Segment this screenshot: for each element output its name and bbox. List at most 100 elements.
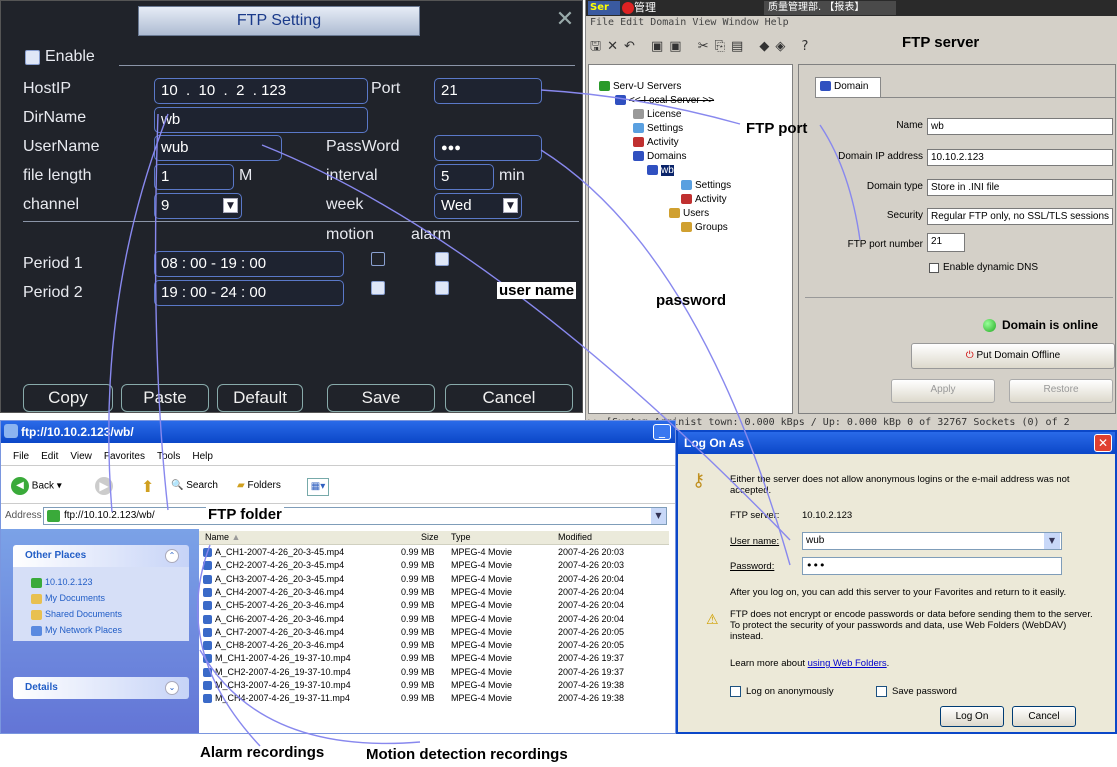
file-row[interactable]: A_CH6-2007-4-26_20-3-46.mp4 0.99 MB MPEG-4… xyxy=(199,613,669,626)
collapse-icon[interactable]: ⌃ xyxy=(165,549,179,563)
tree-item-domain-activity[interactable]: Activity xyxy=(681,194,727,205)
up-folder-icon[interactable]: ⬆ xyxy=(141,477,159,496)
file-row[interactable]: M_CH1-2007-4-26_19-37-10.mp4 0.99 MB MPEG-… xyxy=(199,652,669,665)
period2-alarm-checkbox[interactable] xyxy=(435,281,449,295)
domain-type-select[interactable]: Store in .INI file xyxy=(927,179,1113,196)
tree-item-domain-wb[interactable]: wb xyxy=(647,165,674,176)
menu-item[interactable]: Help xyxy=(192,451,213,462)
views-icon[interactable]: ▦▾ xyxy=(307,478,329,496)
ftp-port-field[interactable]: 21 xyxy=(927,233,965,252)
place-my-documents[interactable]: My Documents xyxy=(31,593,105,604)
period1-motion-checkbox[interactable] xyxy=(371,252,385,266)
tree-item-domains[interactable]: Domains xyxy=(633,151,686,162)
default-button[interactable]: Default xyxy=(217,384,303,412)
cancel-button[interactable]: Cancel xyxy=(1012,706,1076,727)
password-field[interactable]: ••• xyxy=(802,557,1062,575)
folders-button[interactable]: ▰ Folders xyxy=(237,480,281,491)
search-button[interactable]: 🔍 Search xyxy=(171,480,218,491)
interval-field[interactable]: 5 xyxy=(434,164,494,190)
file-row[interactable]: A_CH7-2007-4-26_20-3-46.mp4 0.99 MB MPEG-4… xyxy=(199,626,669,639)
close-icon[interactable]: ✕ xyxy=(1094,434,1112,452)
domain-ip-field[interactable]: 10.10.2.123 xyxy=(927,149,1113,166)
tab-domain[interactable]: Domain xyxy=(815,77,881,97)
period2-motion-checkbox[interactable] xyxy=(371,281,385,295)
menu-item[interactable]: View xyxy=(70,451,92,462)
file-row[interactable]: A_CH4-2007-4-26_20-3-46.mp4 0.99 MB MPEG-4… xyxy=(199,586,669,599)
place-network[interactable]: My Network Places xyxy=(31,625,122,636)
column-name[interactable]: Name ▲ xyxy=(205,531,240,544)
file-size: 0.99 MB xyxy=(401,560,435,571)
apply-button[interactable]: Apply xyxy=(891,379,995,403)
toolbar[interactable]: 🖫✕↶ ▣▣ ✂⎘▤ ◆◈ ? xyxy=(590,37,870,57)
tree-item-groups[interactable]: Groups xyxy=(681,222,728,233)
tree-item-local[interactable]: << Local Server >> xyxy=(615,95,714,106)
chevron-down-icon[interactable]: ▼ xyxy=(651,508,666,524)
name-field[interactable]: wb xyxy=(927,118,1113,135)
chevron-down-icon[interactable]: ▼ xyxy=(503,198,518,213)
paste-button[interactable]: Paste xyxy=(121,384,209,412)
close-icon[interactable]: ✕ xyxy=(552,8,578,32)
tree-panel: Serv-U Servers << Local Server >> Licens… xyxy=(588,64,793,414)
enable-checkbox[interactable] xyxy=(25,50,40,65)
place-shared-documents[interactable]: Shared Documents xyxy=(31,609,122,620)
file-row[interactable]: A_CH5-2007-4-26_20-3-46.mp4 0.99 MB MPEG-4… xyxy=(199,599,669,612)
port-field[interactable]: 21 xyxy=(434,78,542,104)
chevron-down-icon[interactable]: ▼ xyxy=(223,198,238,213)
tree-item-license[interactable]: License xyxy=(633,109,681,120)
file-row[interactable]: A_CH1-2007-4-26_20-3-45.mp4 0.99 MB MPEG-4… xyxy=(199,546,669,559)
tab-manage[interactable]: 管理 xyxy=(622,1,682,15)
menu-item[interactable]: Tools xyxy=(157,451,180,462)
logon-button[interactable]: Log On xyxy=(940,706,1004,727)
file-row[interactable]: A_CH8-2007-4-26_20-3-46.mp4 0.99 MB MPEG-4… xyxy=(199,639,669,652)
column-size[interactable]: Size xyxy=(421,531,439,544)
tree-item-settings[interactable]: Settings xyxy=(633,123,683,134)
restore-button[interactable]: Restore xyxy=(1009,379,1113,403)
save-button[interactable]: Save xyxy=(327,384,435,412)
file-row[interactable]: M_CH2-2007-4-26_19-37-10.mp4 0.99 MB MPEG-… xyxy=(199,666,669,679)
password-field[interactable]: ●●● xyxy=(434,135,542,161)
back-button[interactable]: ◀ Back ▾ xyxy=(11,477,62,495)
web-folders-link[interactable]: using Web Folders xyxy=(808,658,887,669)
chevron-down-icon[interactable]: ▼ xyxy=(1044,533,1060,549)
hostip-field[interactable]: 10 . 10 . 2 . 123 xyxy=(154,78,368,104)
file-row[interactable]: M_CH4-2007-4-26_19-37-11.mp4 0.99 MB MPEG-… xyxy=(199,692,669,705)
tree-item-activity[interactable]: Activity xyxy=(633,137,679,148)
save-password-label: Save password xyxy=(892,686,957,697)
dynamic-dns-checkbox[interactable] xyxy=(929,263,939,273)
menu-item[interactable]: Favorites xyxy=(104,451,145,462)
file-row[interactable]: A_CH3-2007-4-26_20-3-45.mp4 0.99 MB MPEG-4… xyxy=(199,573,669,586)
other-places-header[interactable]: Other Places xyxy=(13,545,189,567)
username-field[interactable]: wub xyxy=(154,135,282,161)
place-server[interactable]: 10.10.2.123 xyxy=(31,577,93,588)
tree-item-users[interactable]: Users xyxy=(669,208,709,219)
username-combo[interactable]: wub xyxy=(802,532,1062,550)
menu-item[interactable]: Edit xyxy=(41,451,58,462)
minimize-icon[interactable]: _ xyxy=(653,424,671,440)
save-password-checkbox[interactable] xyxy=(876,686,887,697)
app-title[interactable]: Ser xyxy=(588,1,620,15)
menu-item[interactable]: File xyxy=(13,451,29,462)
expand-icon[interactable]: ⌄ xyxy=(165,681,179,695)
details-header[interactable]: Details xyxy=(13,677,189,699)
address-field[interactable]: ftp://10.10.2.123/wb/ xyxy=(43,507,667,525)
cancel-button[interactable]: Cancel xyxy=(445,384,573,412)
forward-arrow-icon[interactable]: ▶ xyxy=(95,477,113,495)
period1-field[interactable]: 08 : 00 - 19 : 00 xyxy=(154,251,344,277)
anonymous-checkbox[interactable] xyxy=(730,686,741,697)
file-name: A_CH8-2007-4-26_20-3-46.mp4 xyxy=(215,640,345,651)
tree-item-servers[interactable]: Serv-U Servers xyxy=(599,81,681,92)
copy-button[interactable]: Copy xyxy=(23,384,113,412)
menu-bar[interactable]: File Edit Domain View Window Help xyxy=(590,17,789,28)
file-row[interactable]: A_CH2-2007-4-26_20-3-45.mp4 0.99 MB MPEG-4… xyxy=(199,559,669,572)
file-row[interactable]: M_CH3-2007-4-26_19-37-10.mp4 0.99 MB MPEG-… xyxy=(199,679,669,692)
dirname-field[interactable]: wb xyxy=(154,107,368,133)
security-select[interactable]: Regular FTP only, no SSL/TLS sessions xyxy=(927,208,1113,225)
column-modified[interactable]: Modified xyxy=(558,531,592,544)
file-length-field[interactable]: 1 xyxy=(154,164,234,190)
put-offline-button[interactable]: ⏻ Put Domain Offline xyxy=(911,343,1115,369)
column-type[interactable]: Type xyxy=(451,531,471,544)
tab-report[interactable]: 质量管理部. 【报表】 xyxy=(764,1,896,15)
period1-alarm-checkbox[interactable] xyxy=(435,252,449,266)
tree-item-domain-settings[interactable]: Settings xyxy=(681,180,731,191)
period2-field[interactable]: 19 : 00 - 24 : 00 xyxy=(154,280,344,306)
